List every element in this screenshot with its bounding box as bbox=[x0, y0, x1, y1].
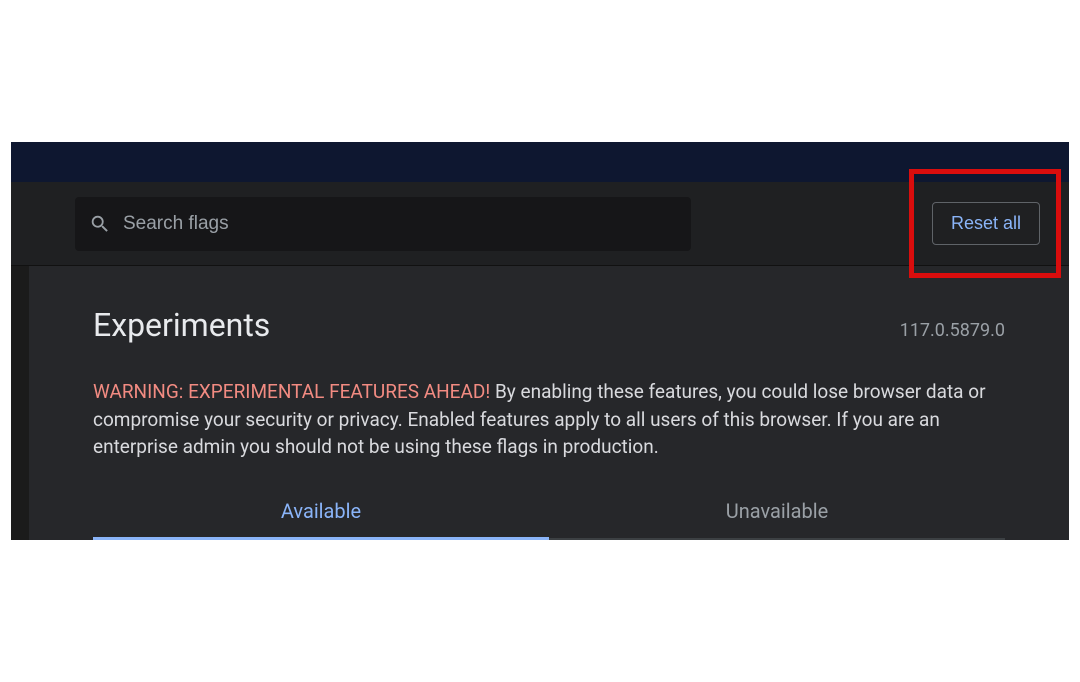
toolbar: Reset all bbox=[11, 182, 1069, 266]
search-icon bbox=[89, 213, 111, 235]
warning-paragraph: WARNING: EXPERIMENTAL FEATURES AHEAD! By… bbox=[93, 378, 1005, 461]
search-wrap bbox=[75, 197, 691, 251]
version-label: 117.0.5879.0 bbox=[900, 320, 1005, 341]
warning-prefix: WARNING: EXPERIMENTAL FEATURES AHEAD! bbox=[93, 380, 490, 403]
flags-page: Reset all Experiments 117.0.5879.0 WARNI… bbox=[11, 142, 1069, 540]
tab-available[interactable]: Available bbox=[93, 499, 549, 540]
search-input[interactable] bbox=[111, 213, 677, 235]
tab-unavailable[interactable]: Unavailable bbox=[549, 499, 1005, 540]
reset-highlight-box: Reset all bbox=[909, 169, 1061, 278]
page-title: Experiments bbox=[93, 306, 270, 344]
content-area: Experiments 117.0.5879.0 WARNING: EXPERI… bbox=[11, 266, 1069, 540]
tabs: Available Unavailable bbox=[93, 499, 1005, 540]
reset-all-button[interactable]: Reset all bbox=[932, 202, 1040, 245]
heading-row: Experiments 117.0.5879.0 bbox=[93, 266, 1005, 344]
